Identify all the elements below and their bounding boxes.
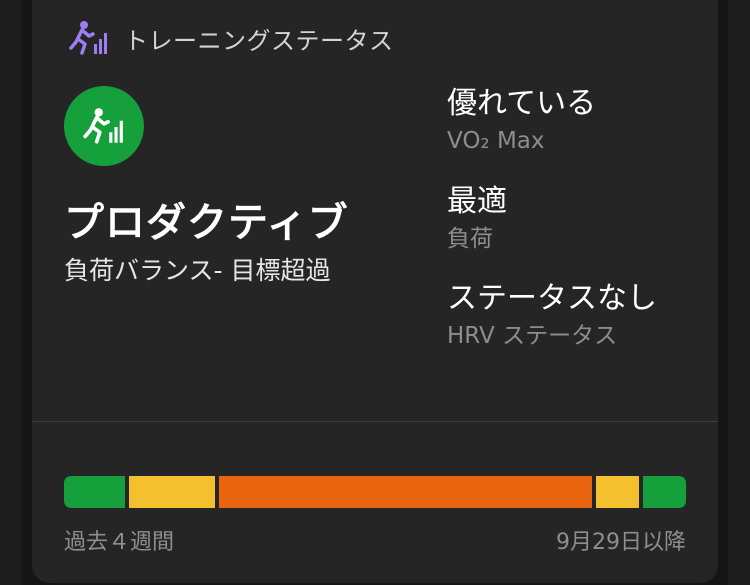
divider (32, 421, 718, 422)
history-segment (64, 476, 126, 508)
status-badge (64, 86, 144, 166)
training-status-icon (68, 20, 110, 56)
history-segment (218, 476, 593, 508)
period-label: 過去４週間 (64, 530, 175, 555)
background-right-panel (728, 0, 750, 585)
metric-value: 最適 (447, 184, 507, 219)
card-header: トレーニングステータス (68, 20, 394, 56)
background-left-panel (0, 0, 22, 585)
training-status-card[interactable]: トレーニングステータス プロダクティブ 負荷バランス- 目標超過 優れている V… (32, 0, 718, 583)
metric-label: 負荷 (447, 226, 493, 252)
metric-vo2max: 優れている VO₂ Max (447, 86, 596, 156)
metric-label: HRV ステータス (447, 323, 618, 349)
since-date-label: 9月29日以降 (556, 530, 686, 555)
metric-load: 最適 負荷 (447, 184, 507, 254)
status-subtitle: 負荷バランス- 目標超過 (64, 256, 331, 285)
metric-label: VO₂ Max (447, 128, 545, 154)
history-segment (129, 476, 215, 508)
metric-hrv: ステータスなし HRV ステータス (447, 281, 657, 351)
runner-bars-icon (83, 108, 123, 144)
status-history-bar (64, 476, 686, 508)
history-segment (596, 476, 640, 508)
metric-value: 優れている (447, 86, 597, 121)
header-title: トレーニングステータス (124, 26, 394, 55)
history-segment (643, 476, 686, 508)
metric-value: ステータスなし (447, 281, 657, 316)
status-title: プロダクティブ (64, 200, 349, 246)
